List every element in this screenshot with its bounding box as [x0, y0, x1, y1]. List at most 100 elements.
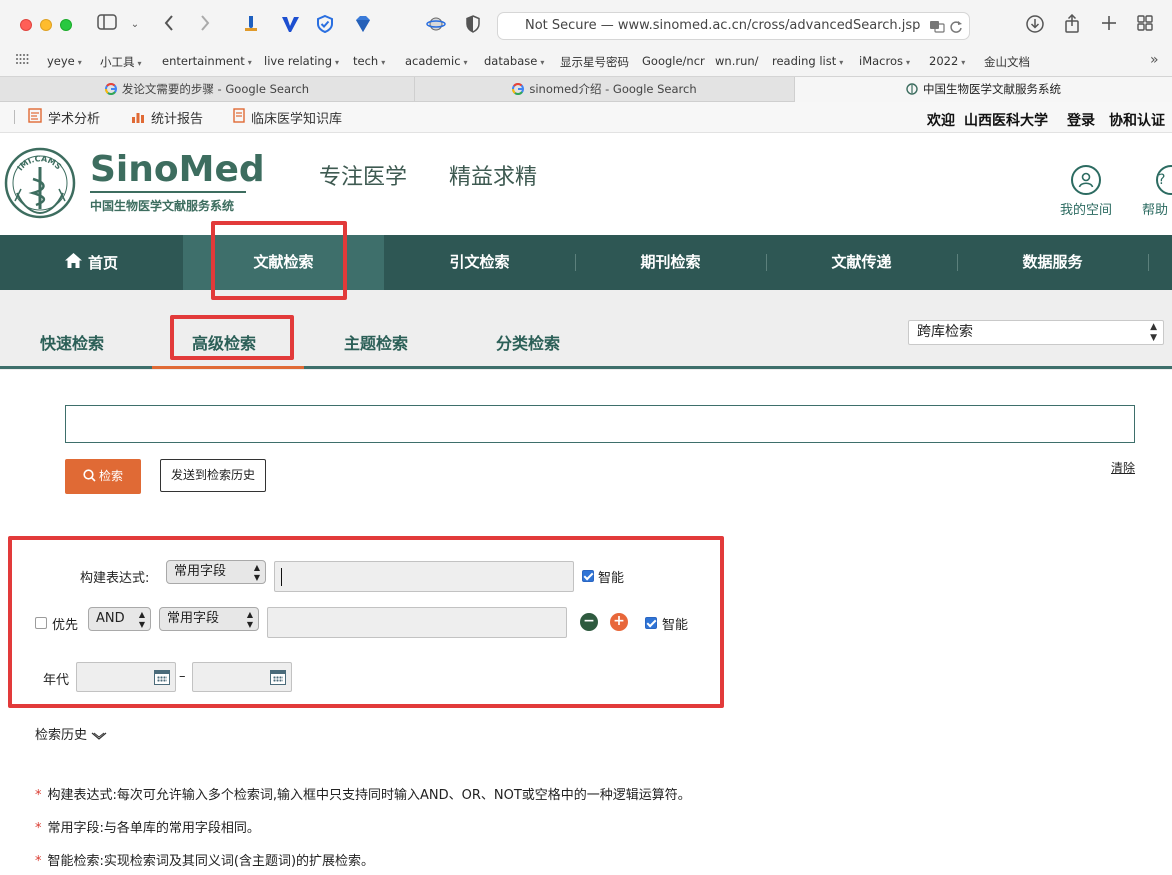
privacy-shield-icon[interactable] — [462, 14, 484, 36]
share-icon[interactable] — [1061, 13, 1083, 36]
tab-google-search-2[interactable]: sinomed介绍 - Google Search — [415, 77, 795, 102]
bookmark-reading-list[interactable]: reading list ▾ — [772, 54, 843, 68]
chevron-down-icon: ▾ — [381, 58, 386, 67]
clinical-knowledge-link[interactable]: 临床医学知识库 — [233, 108, 342, 127]
back-icon[interactable] — [160, 14, 178, 36]
apps-grid-icon[interactable] — [15, 52, 29, 69]
add-row-icon[interactable]: + — [610, 613, 628, 631]
welcome-text: 欢迎 — [927, 113, 955, 129]
database-select[interactable]: 跨库检索 ▲ ▼ — [908, 320, 1164, 345]
nav-data-services[interactable]: 数据服务 — [957, 235, 1148, 290]
bookmark-entertainment[interactable]: entertainment ▾ — [162, 54, 252, 68]
tab-google-search-1[interactable]: 发论文需要的步骤 - Google Search — [0, 77, 415, 102]
bookmarks-overflow-icon[interactable]: » — [1150, 52, 1159, 68]
tab-advanced-search[interactable]: 高级检索 — [192, 330, 256, 354]
address-bar[interactable]: Not Secure — www.sinomed.ac.cn/cross/adv… — [497, 12, 970, 40]
search-expression-input[interactable] — [65, 405, 1135, 443]
bookmark-tools[interactable]: 小工具 ▾ — [100, 54, 142, 70]
sidebar-toggle-icon[interactable] — [96, 14, 118, 36]
field-select-2[interactable]: 常用字段 ▲ ▼ — [159, 607, 259, 631]
extension-planet-icon[interactable] — [425, 14, 447, 36]
tab-classification-search[interactable]: 分类检索 — [496, 330, 560, 354]
google-icon — [512, 83, 525, 95]
bookmark-imacros[interactable]: iMacros ▾ — [859, 54, 910, 68]
nav-document-delivery[interactable]: 文献传递 — [766, 235, 957, 290]
sinomed-favicon — [906, 83, 918, 95]
chevron-down-icon: ▾ — [137, 59, 142, 68]
extension-diamond-icon[interactable] — [352, 14, 374, 36]
year-end-input[interactable] — [192, 662, 292, 692]
logo-underline — [90, 191, 246, 193]
downloads-icon[interactable] — [1024, 14, 1046, 36]
active-tab-indicator — [152, 366, 304, 369]
sinomed-emblem-logo[interactable]: IMI.CAMS — [3, 145, 77, 221]
note-build-expression: * 构建表达式:每次可允许输入多个检索词,输入框中只支持同时输入AND、OR、NO… — [35, 788, 691, 803]
tab-subject-search[interactable]: 主题检索 — [344, 330, 408, 354]
smart-label-1: 智能 — [598, 571, 625, 586]
nav-home[interactable]: 首页 — [0, 235, 183, 290]
forward-icon[interactable] — [196, 14, 214, 36]
remove-row-icon[interactable]: − — [580, 613, 598, 631]
address-text: Not Secure — www.sinomed.ac.cn/cross/adv… — [525, 18, 921, 33]
tab-sinomed[interactable]: 中国生物医学文献服务系统 — [795, 77, 1172, 102]
bookmark-google-ncr[interactable]: Google/ncr — [642, 54, 705, 68]
main-navigation: 首页 文献检索 引文检索 期刊检索 文献传递 数据服务 — [0, 235, 1172, 290]
statistics-report-link[interactable]: 统计报告 — [131, 108, 203, 127]
login-link[interactable]: 登录 — [1067, 110, 1095, 130]
extension-microscope-icon[interactable] — [240, 14, 262, 36]
calendar-icon[interactable] — [154, 670, 170, 685]
build-expression-label: 构建表达式: — [80, 571, 150, 586]
my-space-button[interactable]: 我的空间 — [1058, 165, 1114, 218]
academic-analysis-link[interactable]: 学术分析 — [28, 108, 100, 127]
bookmark-database[interactable]: database ▾ — [484, 54, 544, 68]
select-arrows-icon: ▲ ▼ — [1150, 322, 1157, 343]
smart-checkbox-2[interactable] — [645, 617, 657, 629]
tab-quick-search[interactable]: 快速检索 — [40, 330, 104, 354]
priority-checkbox[interactable] — [35, 617, 47, 629]
browser-chrome: ⌄ Not Secure — www.sinomed.ac.cn/cross/a… — [0, 0, 1172, 102]
chevron-down-icon: ▾ — [335, 58, 340, 67]
smart-label-2: 智能 — [662, 618, 689, 633]
extension-v-icon[interactable] — [279, 14, 301, 36]
chevron-down-icon: ▾ — [906, 58, 911, 67]
bookmark-yeye[interactable]: yeye ▾ — [47, 54, 82, 68]
chevron-down-icon: ▾ — [540, 58, 545, 67]
term-input-1[interactable] — [274, 561, 574, 592]
bookmark-tech[interactable]: tech ▾ — [353, 54, 385, 68]
search-button[interactable]: 检索 — [65, 459, 141, 494]
bookmark-kingsoft-docs[interactable]: 金山文档 — [984, 54, 1030, 70]
tab-overview-icon[interactable] — [1134, 14, 1156, 36]
help-icon: ? — [1156, 165, 1172, 195]
translate-icon[interactable] — [929, 13, 945, 48]
smart-checkbox-1[interactable] — [582, 570, 594, 582]
year-start-input[interactable] — [76, 662, 176, 692]
chevron-down-icon: ▾ — [839, 58, 844, 67]
search-history-toggle[interactable]: 检索历史 — [35, 724, 107, 743]
select-arrows-icon: ▲ ▼ — [253, 563, 260, 582]
pumc-auth-link[interactable]: 协和认证 — [1109, 110, 1165, 130]
chevron-down-icon: ▾ — [463, 58, 468, 67]
close-window-icon[interactable] — [20, 19, 32, 31]
field-select-1[interactable]: 常用字段 ▲ ▼ — [166, 560, 266, 584]
clear-link[interactable]: 清除 — [1111, 459, 1135, 476]
nav-literature-search[interactable]: 文献检索 — [183, 235, 384, 290]
minimize-window-icon[interactable] — [40, 19, 52, 31]
extension-shield-icon[interactable] — [314, 14, 336, 36]
term-input-2[interactable] — [267, 607, 567, 638]
nav-citation-search[interactable]: 引文检索 — [384, 235, 575, 290]
bookmark-academic[interactable]: academic ▾ — [405, 54, 468, 68]
help-button[interactable]: ? 帮助 — [1142, 165, 1172, 218]
boolean-operator-select[interactable]: AND ▲ ▼ — [88, 607, 151, 631]
sinomed-wordmark[interactable]: SinoMed — [90, 149, 265, 190]
sidebar-chevron-down-icon[interactable]: ⌄ — [128, 14, 142, 36]
reload-icon[interactable] — [949, 13, 963, 48]
send-to-history-button[interactable]: 发送到检索历史 — [160, 459, 266, 492]
bookmark-live-relating[interactable]: live relating ▾ — [264, 54, 339, 68]
new-tab-plus-icon[interactable] — [1098, 14, 1120, 36]
zoom-window-icon[interactable] — [60, 19, 72, 31]
bookmark-show-password[interactable]: 显示星号密码 — [560, 54, 629, 70]
calendar-icon[interactable] — [270, 670, 286, 685]
nav-journal-search[interactable]: 期刊检索 — [575, 235, 766, 290]
bookmark-wn-run[interactable]: wn.run/ — [715, 54, 759, 68]
bookmark-2022[interactable]: 2022 ▾ — [929, 54, 965, 68]
